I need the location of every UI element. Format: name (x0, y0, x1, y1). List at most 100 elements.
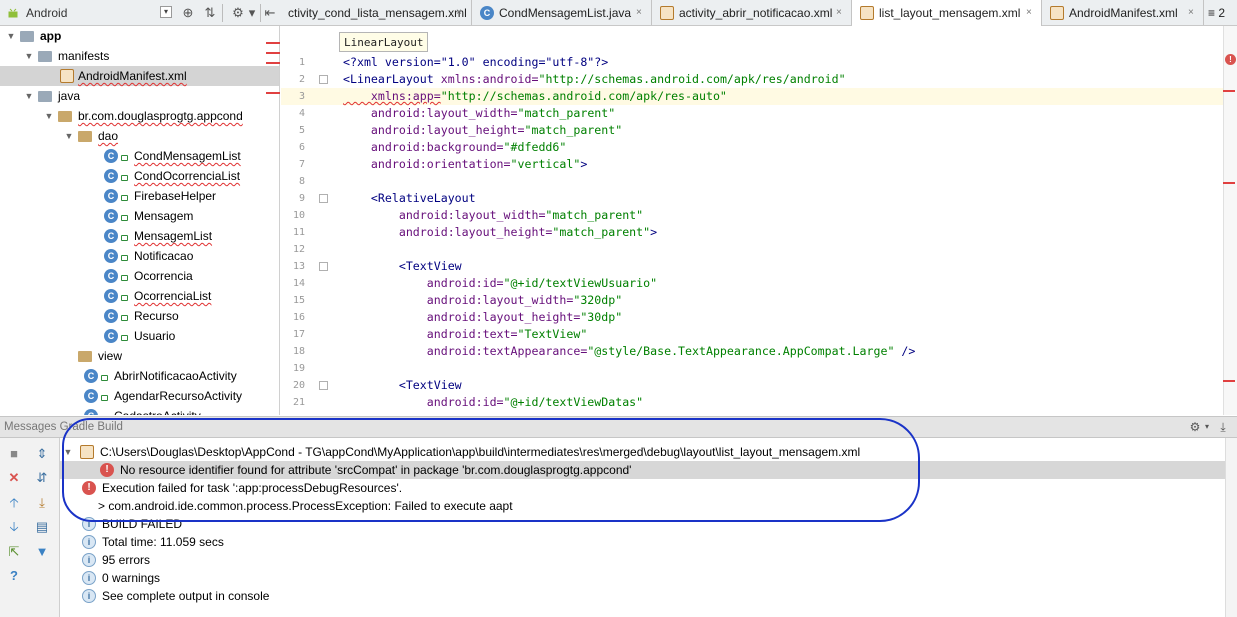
chevron-down-icon[interactable]: ▾ (244, 5, 260, 21)
export-to-file-icon[interactable]: ⇱ (6, 544, 22, 560)
chevron-down-icon[interactable]: ▾ (160, 6, 172, 18)
tree-item[interactable]: C Usuario (0, 326, 279, 346)
message-row[interactable]: ! No resource identifier found for attrib… (60, 461, 1225, 479)
code-line[interactable]: android:layout_height="30dp" (343, 309, 1223, 326)
tree-item[interactable]: ▼ br.com.douglasprogtg.appcond (0, 106, 279, 126)
code-line[interactable] (343, 360, 1223, 377)
arrow-up-icon[interactable]: 🡡 (6, 495, 22, 511)
code-line[interactable]: <RelativeLayout (343, 190, 1223, 207)
message-row[interactable]: i 95 errors (60, 551, 1225, 569)
tab-overflow-button[interactable]: ≡ 2 (1204, 0, 1237, 25)
code-line[interactable]: android:layout_height="match_parent" (343, 122, 1223, 139)
close-icon[interactable]: × (1026, 8, 1035, 18)
code-line[interactable]: <TextView (343, 258, 1223, 275)
tree-item[interactable]: C AbrirNotificacaoActivity (0, 366, 279, 386)
filter-icon[interactable]: ▼ (34, 544, 50, 560)
chevron-down-icon[interactable]: ▼ (24, 91, 34, 101)
fold-marker-icon[interactable] (319, 262, 328, 271)
tree-item[interactable]: C CondOcorrenciaList (0, 166, 279, 186)
close-icon[interactable]: × (1188, 8, 1197, 18)
error-mark[interactable] (1223, 90, 1235, 92)
expand-all-icon[interactable]: ⇕ (34, 446, 50, 462)
code-line[interactable]: android:background="#dfedd6" (343, 139, 1223, 156)
editor-tab[interactable]: activity_abrir_notificacao.xml × (652, 0, 852, 25)
collapse-all-icon[interactable]: ⇵ (34, 470, 50, 486)
help-icon[interactable]: ? (6, 568, 22, 584)
fold-marker-icon[interactable] (319, 75, 328, 84)
code-line[interactable]: android:text="TextView" (343, 326, 1223, 343)
chevron-down-icon[interactable]: ▼ (44, 111, 54, 121)
error-mark[interactable] (266, 92, 280, 94)
tree-item[interactable]: C Mensagem (0, 206, 279, 226)
sync-icon[interactable]: ⊕ (180, 5, 196, 21)
tree-item[interactable]: C Recurso (0, 306, 279, 326)
list-icon[interactable]: ▤ (34, 519, 50, 535)
error-mark[interactable] (1223, 380, 1235, 382)
code-line[interactable]: <LinearLayout xmlns:android="http://sche… (343, 71, 1223, 88)
code-line[interactable]: android:layout_height="match_parent"> (343, 224, 1223, 241)
tree-item[interactable]: C AgendarRecursoActivity (0, 386, 279, 406)
tree-item[interactable]: C FirebaseHelper (0, 186, 279, 206)
tree-item[interactable]: C Ocorrencia (0, 266, 279, 286)
close-icon[interactable]: × (636, 8, 645, 18)
close-icon[interactable]: × (456, 8, 465, 18)
breadcrumb[interactable]: LinearLayout (339, 32, 429, 52)
export-icon[interactable]: ⤓ (34, 495, 50, 511)
error-mark[interactable] (266, 42, 280, 44)
code-line[interactable]: xmlns:app="http://schemas.android.com/ap… (343, 88, 1223, 105)
close-icon[interactable]: ✕ (6, 470, 22, 486)
fold-marker-icon[interactable] (319, 194, 328, 203)
code-line[interactable]: android:layout_width="match_parent" (343, 105, 1223, 122)
code-line[interactable]: android:id="@+id/textViewDatas" (343, 394, 1223, 411)
tree-item[interactable]: AndroidManifest.xml (0, 66, 279, 86)
message-row[interactable]: i See complete output in console (60, 587, 1225, 605)
editor-tab[interactable]: AndroidManifest.xml × (1042, 0, 1204, 25)
code-line[interactable] (343, 173, 1223, 190)
hide-panel-icon[interactable]: ⇤ (262, 5, 278, 21)
code-editor[interactable]: LinearLayout 1 2 3 4 5 6 7 8 9 10 11 12 13 14 15 16 17 18… (281, 26, 1237, 415)
chevron-down-icon[interactable]: ▼ (24, 51, 34, 61)
code-line[interactable]: android:id="@+id/textViewUsuario" (343, 275, 1223, 292)
tree-item[interactable]: ▼ app (0, 26, 279, 46)
scrollbar[interactable] (1225, 438, 1237, 617)
chevron-down-icon[interactable]: ▼ (62, 447, 74, 457)
collapse-icon[interactable]: ⇅ (202, 5, 218, 21)
tree-item[interactable]: view (0, 346, 279, 366)
message-row[interactable]: i Total time: 11.059 secs (60, 533, 1225, 551)
code-line[interactable] (343, 241, 1223, 258)
message-row[interactable]: i 0 warnings (60, 569, 1225, 587)
code-line[interactable]: android:layout_width="320dp" (343, 292, 1223, 309)
tree-item[interactable]: C CondMensagemList (0, 146, 279, 166)
message-row[interactable]: i BUILD FAILED (60, 515, 1225, 533)
error-mark[interactable] (266, 62, 280, 64)
chevron-down-icon[interactable]: ▼ (6, 31, 16, 41)
code-lines[interactable]: <?xml version="1.0" encoding="utf-8"?> <L… (343, 54, 1223, 411)
code-line[interactable]: android:orientation="vertical"> (343, 156, 1223, 173)
tree-item[interactable]: ▼ dao (0, 126, 279, 146)
arrow-down-icon[interactable]: 🡣 (6, 519, 22, 535)
code-line[interactable]: android:textAppearance="@style/Base.Text… (343, 343, 1223, 360)
tree-item[interactable]: ▼ java (0, 86, 279, 106)
editor-tab[interactable]: ctivity_cond_lista_mensagem.xml × (280, 0, 472, 25)
message-row[interactable]: ▼ C:\Users\Douglas\Desktop\AppCond - TG\a… (60, 443, 1225, 461)
code-line[interactable]: android:layout_width="match_parent" (343, 207, 1223, 224)
message-row[interactable]: > com.android.ide.common.process.Process… (60, 497, 1225, 515)
tree-item[interactable]: C OcorrenciaList (0, 286, 279, 306)
error-mark[interactable] (1223, 182, 1235, 184)
project-view-selector[interactable]: Android ▾ (0, 0, 176, 25)
error-stripe[interactable]: ! (1223, 26, 1237, 415)
message-row[interactable]: ! Execution failed for task ':app:process… (60, 479, 1225, 497)
error-indicator-icon[interactable]: ! (1225, 54, 1236, 65)
close-icon[interactable]: × (836, 8, 845, 18)
editor-tab-active[interactable]: list_layout_mensagem.xml × (852, 0, 1042, 26)
code-line[interactable]: <?xml version="1.0" encoding="utf-8"?> (343, 54, 1223, 71)
tree-item[interactable]: C CadastroActivity (0, 406, 279, 415)
tree-item[interactable]: C MensagemList (0, 226, 279, 246)
stop-icon[interactable]: ■ (6, 446, 22, 462)
code-line[interactable]: <TextView (343, 377, 1223, 394)
chevron-down-icon[interactable]: ▼ (64, 131, 74, 141)
fold-marker-icon[interactable] (319, 381, 328, 390)
tree-item[interactable]: C Notificacao (0, 246, 279, 266)
error-mark[interactable] (266, 52, 280, 54)
tree-item[interactable]: ▼ manifests (0, 46, 279, 66)
